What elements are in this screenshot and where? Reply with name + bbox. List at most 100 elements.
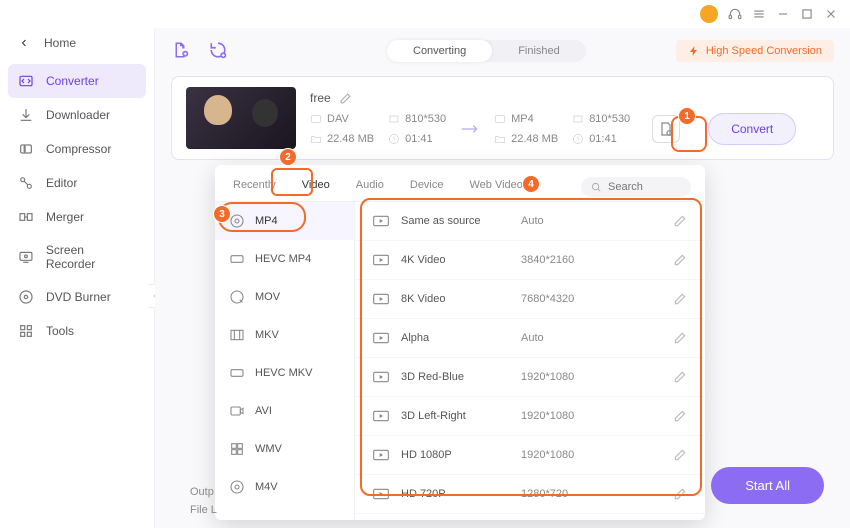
annotation-badge-3: 3 bbox=[213, 205, 231, 223]
add-file-icon bbox=[171, 41, 189, 59]
sidebar-item-label: Downloader bbox=[46, 108, 110, 122]
preset-item[interactable]: HD 720P 1280*720 bbox=[355, 475, 705, 514]
dst-res: 810*530 bbox=[589, 113, 630, 125]
maximize-icon[interactable] bbox=[800, 7, 814, 21]
add-file-button[interactable] bbox=[171, 41, 189, 62]
hsc-label: High Speed Conversion bbox=[706, 45, 822, 57]
tab-web-video[interactable]: Web Video bbox=[466, 173, 527, 201]
output-settings-button[interactable] bbox=[652, 115, 680, 143]
format-search[interactable] bbox=[581, 177, 691, 197]
edit-icon[interactable] bbox=[673, 214, 687, 228]
seg-finished[interactable]: Finished bbox=[492, 40, 586, 62]
sidebar-item-tools[interactable]: Tools bbox=[0, 314, 154, 348]
format-label: MP4 bbox=[255, 215, 278, 227]
sidebar-item-dvd-burner[interactable]: DVD Burner bbox=[0, 280, 154, 314]
preset-item[interactable]: HD 1080P 1920*1080 bbox=[355, 436, 705, 475]
preset-item[interactable]: Alpha Auto bbox=[355, 319, 705, 358]
preset-name: 3D Left-Right bbox=[401, 410, 521, 422]
format-item-m4v[interactable]: M4V bbox=[215, 468, 354, 506]
downloader-icon bbox=[18, 107, 34, 123]
tab-recently[interactable]: Recently bbox=[229, 173, 280, 201]
format-item-hevc-mp4[interactable]: HEVC MP4 bbox=[215, 240, 354, 278]
sidebar-item-label: Merger bbox=[46, 210, 84, 224]
seg-converting[interactable]: Converting bbox=[387, 40, 492, 62]
preset-resolution: 1920*1080 bbox=[521, 410, 673, 422]
disc-icon bbox=[229, 213, 245, 229]
format-label: WMV bbox=[255, 443, 282, 455]
format-item-mp4[interactable]: MP4 bbox=[215, 202, 354, 240]
edit-icon[interactable] bbox=[673, 292, 687, 306]
quicktime-icon bbox=[229, 289, 245, 305]
format-item-avi[interactable]: AVI bbox=[215, 392, 354, 430]
sidebar-item-compressor[interactable]: Compressor bbox=[0, 132, 154, 166]
src-format: DAV bbox=[327, 113, 349, 125]
format-item-mkv[interactable]: MKV bbox=[215, 316, 354, 354]
dst-size: 22.48 MB bbox=[511, 133, 558, 145]
file-gear-icon bbox=[658, 121, 674, 137]
preset-item[interactable]: 3D Left-Right 1920*1080 bbox=[355, 397, 705, 436]
format-list: MP4 HEVC MP4 MOV MKV HEVC MKV AVI WMV M4… bbox=[215, 202, 355, 520]
edit-icon[interactable] bbox=[673, 448, 687, 462]
refresh-add-button[interactable] bbox=[209, 41, 227, 62]
close-icon[interactable] bbox=[824, 7, 838, 21]
hamburger-icon[interactable] bbox=[752, 7, 766, 21]
sidebar-item-downloader[interactable]: Downloader bbox=[0, 98, 154, 132]
edit-icon[interactable] bbox=[673, 487, 687, 501]
edit-icon[interactable] bbox=[673, 409, 687, 423]
titlebar bbox=[0, 0, 850, 28]
preset-list: Same as source Auto 4K Video 3840*2160 8… bbox=[355, 202, 705, 520]
minimize-icon[interactable] bbox=[776, 7, 790, 21]
sidebar: Home Converter Downloader Compressor Edi… bbox=[0, 28, 155, 528]
sidebar-item-editor[interactable]: Editor bbox=[0, 166, 154, 200]
screen-recorder-icon bbox=[18, 249, 34, 265]
edit-icon[interactable] bbox=[673, 253, 687, 267]
sidebar-item-merger[interactable]: Merger bbox=[0, 200, 154, 234]
film-icon bbox=[310, 113, 322, 125]
preset-item[interactable]: 8K Video 7680*4320 bbox=[355, 280, 705, 319]
format-item-hevc-mkv[interactable]: HEVC MKV bbox=[215, 354, 354, 392]
sidebar-home[interactable]: Home bbox=[0, 28, 154, 64]
film-icon bbox=[229, 327, 245, 343]
video-play-icon bbox=[373, 254, 389, 266]
dvd-burner-icon bbox=[18, 289, 34, 305]
tab-audio[interactable]: Audio bbox=[352, 173, 388, 201]
video-icon bbox=[229, 403, 245, 419]
convert-button[interactable]: Convert bbox=[708, 113, 796, 145]
edit-name-icon[interactable] bbox=[339, 92, 352, 105]
format-label: M4V bbox=[255, 481, 278, 493]
compressor-icon bbox=[18, 141, 34, 157]
preset-item[interactable]: 4K Video 3840*2160 bbox=[355, 241, 705, 280]
preset-resolution: 3840*2160 bbox=[521, 254, 673, 266]
preset-name: HD 1080P bbox=[401, 449, 521, 461]
headset-icon[interactable] bbox=[728, 7, 742, 21]
dropdown-tabs: Recently Video Audio Device Web Video bbox=[215, 165, 705, 202]
disc-icon bbox=[229, 479, 245, 495]
tab-video[interactable]: Video bbox=[298, 173, 334, 201]
preset-name: 4K Video bbox=[401, 254, 521, 266]
preset-item[interactable]: Same as source Auto bbox=[355, 202, 705, 241]
video-play-icon bbox=[373, 215, 389, 227]
format-item-wmv[interactable]: WMV bbox=[215, 430, 354, 468]
video-thumbnail[interactable] bbox=[186, 87, 296, 149]
format-label: HEVC MP4 bbox=[255, 253, 311, 265]
sidebar-item-converter[interactable]: Converter bbox=[8, 64, 146, 98]
status-segment: Converting Finished bbox=[387, 40, 586, 62]
refresh-icon bbox=[209, 41, 227, 59]
format-label: MOV bbox=[255, 291, 280, 303]
sidebar-item-screen-recorder[interactable]: Screen Recorder bbox=[0, 234, 154, 280]
tab-device[interactable]: Device bbox=[406, 173, 448, 201]
edit-icon[interactable] bbox=[673, 370, 687, 384]
high-speed-conversion-button[interactable]: High Speed Conversion bbox=[676, 40, 834, 62]
avatar-icon[interactable] bbox=[700, 5, 718, 23]
video-play-icon bbox=[373, 293, 389, 305]
format-label: AVI bbox=[255, 405, 272, 417]
format-item-mov[interactable]: MOV bbox=[215, 278, 354, 316]
search-input[interactable] bbox=[608, 181, 678, 193]
start-all-button[interactable]: Start All bbox=[711, 467, 824, 504]
lightning-icon bbox=[688, 45, 700, 57]
preset-resolution: Auto bbox=[521, 215, 673, 227]
annotation-badge-1: 1 bbox=[678, 107, 696, 125]
edit-icon[interactable] bbox=[673, 331, 687, 345]
preset-item[interactable]: 3D Red-Blue 1920*1080 bbox=[355, 358, 705, 397]
preset-name: 3D Red-Blue bbox=[401, 371, 521, 383]
